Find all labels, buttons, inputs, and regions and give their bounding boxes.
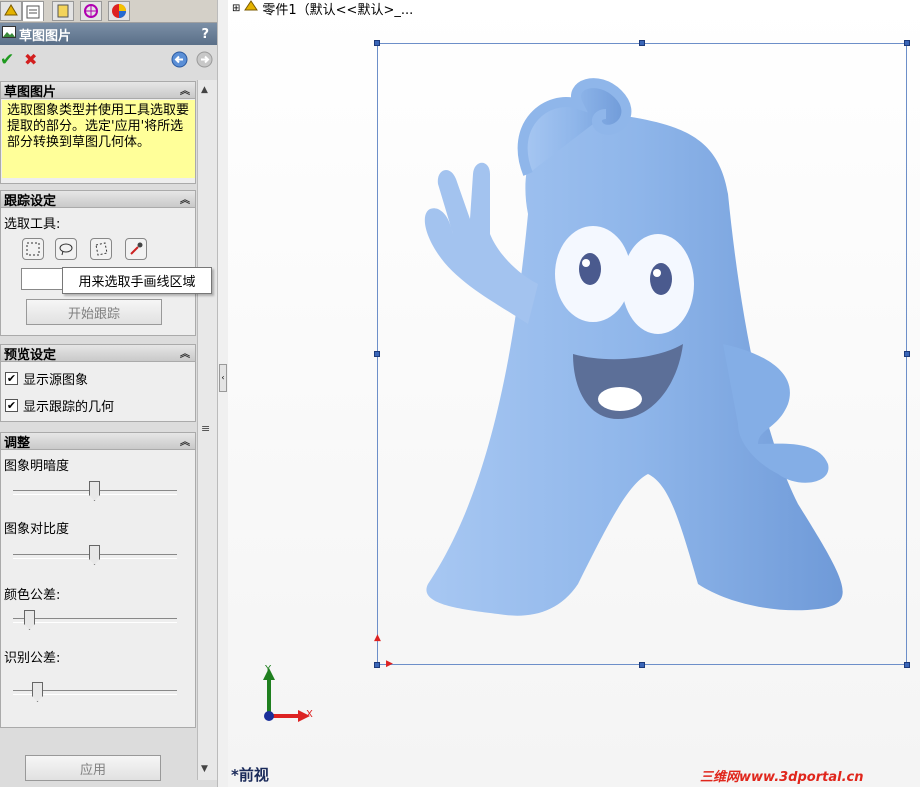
resize-handle[interactable] <box>374 662 380 668</box>
contrast-label: 图象对比度 <box>4 522 70 537</box>
color-picker-icon[interactable] <box>125 238 147 260</box>
contrast-slider-thumb[interactable] <box>89 545 100 565</box>
preview-section-header[interactable]: 预览设定 ︽ <box>0 344 196 363</box>
sketch-picture-icon <box>2 26 16 42</box>
panel-scrollbar[interactable]: ▲ ≡ ▼ <box>197 80 217 780</box>
forward-arrow-icon[interactable] <box>196 51 213 72</box>
resize-handle[interactable] <box>639 40 645 46</box>
color-tolerance-label: 颜色公差: <box>4 588 61 603</box>
scroll-grip-icon[interactable]: ≡ <box>201 422 210 435</box>
preview-section: ✔ 显示源图象 ✔ 显示跟踪的几何 <box>0 362 196 422</box>
sketch-picture-frame[interactable] <box>377 43 907 665</box>
color-swatch[interactable] <box>21 268 66 290</box>
rectangle-select-icon[interactable] <box>22 238 44 260</box>
adjust-section: 图象明暗度 图象对比度 颜色公差: 识别公差: <box>0 450 196 728</box>
property-manager-icon[interactable] <box>22 1 44 21</box>
feature-tree-flyout[interactable]: ⊞ 零件1（默认<<默认>_... <box>232 0 413 18</box>
trace-section-title: 跟踪设定 <box>4 193 57 209</box>
dim-xpert-icon[interactable] <box>80 1 102 21</box>
resize-handle[interactable] <box>374 351 380 357</box>
select-tools-label: 选取工具: <box>4 217 61 232</box>
color-tolerance-slider-thumb[interactable] <box>24 610 35 630</box>
resize-handle[interactable] <box>904 40 910 46</box>
message-section: 选取图象类型并使用工具选取要提取的部分。选定'应用'将所选部分转换到草图几何体。 <box>0 99 196 184</box>
tooltip: 用来选取手画线区域 <box>62 267 212 294</box>
view-label: *前视 <box>231 766 269 784</box>
cancel-button[interactable]: ✖ <box>24 50 37 69</box>
scroll-down-icon[interactable]: ▼ <box>201 764 208 774</box>
resize-handle[interactable] <box>904 351 910 357</box>
back-arrow-icon[interactable] <box>171 51 188 72</box>
adjust-section-header[interactable]: 调整 ︽ <box>0 432 196 451</box>
collapse-icon[interactable]: ︽ <box>180 82 190 97</box>
collapse-icon[interactable]: ︽ <box>180 433 190 448</box>
collapse-panel-icon[interactable]: ‹ <box>219 364 227 392</box>
display-manager-icon[interactable] <box>108 1 130 21</box>
origin-x-arrow-icon: ▶ <box>386 659 393 669</box>
collapse-icon[interactable]: ︽ <box>180 345 190 360</box>
expand-icon[interactable]: ⊞ <box>232 3 240 14</box>
origin-y-arrow-icon: ▲ <box>374 633 381 643</box>
start-trace-button[interactable]: 开始跟踪 <box>26 299 162 325</box>
help-button[interactable]: ? <box>201 27 209 42</box>
collapse-icon[interactable]: ︽ <box>180 191 190 206</box>
polygon-select-icon[interactable] <box>90 238 112 260</box>
panel-title-bar: 草图图片 ? <box>0 23 217 45</box>
color-tolerance-slider-track[interactable] <box>13 618 177 623</box>
message-section-title: 草图图片 <box>4 84 57 100</box>
lasso-select-icon[interactable] <box>55 238 77 260</box>
action-bar: ✔ ✖ <box>0 46 217 74</box>
scroll-up-icon[interactable]: ▲ <box>201 85 208 95</box>
part-icon <box>244 0 259 16</box>
brightness-slider-thumb[interactable] <box>89 481 100 501</box>
property-manager-panel: 草图图片 ? ✔ ✖ 草图图片 ︽ 选取图象类型并使用工具选取要提取的部分。选定… <box>0 0 217 787</box>
manager-tabs <box>0 0 217 23</box>
configuration-manager-icon[interactable] <box>52 1 74 21</box>
show-trace-label: 显示跟踪的几何 <box>23 400 115 415</box>
show-source-checkbox[interactable]: ✔ <box>5 372 18 385</box>
show-trace-checkbox[interactable]: ✔ <box>5 399 18 412</box>
message-section-header[interactable]: 草图图片 ︽ <box>0 81 196 100</box>
recognition-tolerance-label: 识别公差: <box>4 651 61 666</box>
show-source-label: 显示源图象 <box>23 373 89 388</box>
resize-handle[interactable] <box>639 662 645 668</box>
message-text: 选取图象类型并使用工具选取要提取的部分。选定'应用'将所选部分转换到草图几何体。 <box>2 100 195 178</box>
part-label[interactable]: 零件1（默认<<默认>_... <box>262 0 413 18</box>
adjust-section-title: 调整 <box>4 435 31 451</box>
axis-x-label: X <box>306 709 313 720</box>
resize-handle[interactable] <box>374 40 380 46</box>
trace-section-header[interactable]: 跟踪设定 ︽ <box>0 190 196 209</box>
preview-section-title: 预览设定 <box>4 347 57 363</box>
panel-title: 草图图片 <box>19 28 72 44</box>
feature-manager-icon[interactable] <box>0 1 22 21</box>
watermark: 三维网www.3dportal.cn <box>700 770 864 785</box>
axis-y-label: Y <box>265 664 272 675</box>
ok-button[interactable]: ✔ <box>0 50 14 70</box>
resize-handle[interactable] <box>904 662 910 668</box>
brightness-label: 图象明暗度 <box>4 459 70 474</box>
recognition-tolerance-slider-thumb[interactable] <box>32 682 43 702</box>
apply-button[interactable]: 应用 <box>25 755 161 781</box>
